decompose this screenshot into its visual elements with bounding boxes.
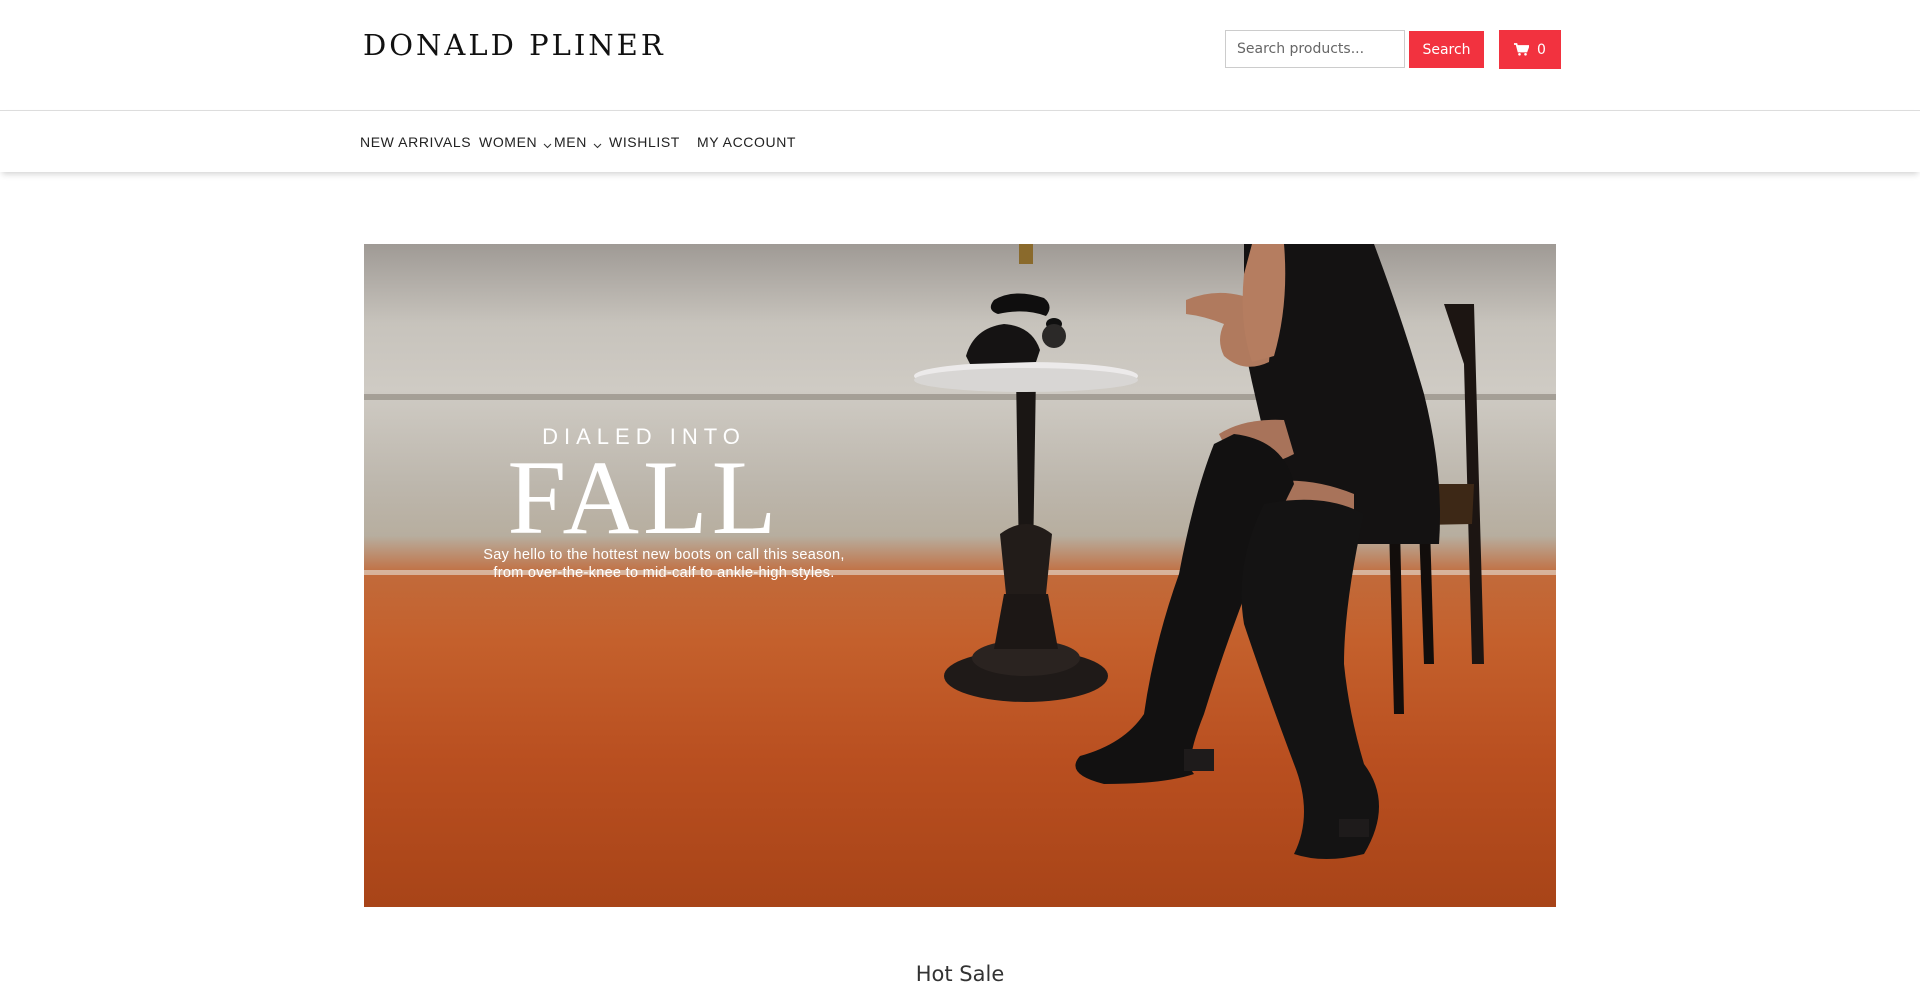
hero-subtitle-line: from over-the-knee to mid-calf to ankle-… [493, 565, 835, 581]
brand-logo[interactable]: DONALD PLINER [363, 28, 666, 62]
hero-subtitle: Say hello to the hottest new boots on ca… [454, 546, 874, 582]
nav-item-label: WOMEN [479, 133, 538, 150]
nav-item-label: MY ACCOUNT [697, 133, 797, 150]
hero-title: FALL [507, 439, 781, 556]
hero-subtitle-line: Say hello to the hottest new boots on ca… [483, 547, 845, 563]
chevron-down-icon [543, 137, 552, 149]
hot-sale-heading: Hot Sale [915, 962, 1005, 986]
search-input[interactable] [1225, 30, 1405, 68]
cart-button[interactable]: 0 [1499, 30, 1561, 69]
chevron-down-icon [593, 137, 602, 149]
nav-item-wishlist[interactable]: WISHLIST [609, 111, 680, 172]
hero-banner[interactable]: DIALED INTO FALL Say hello to the hottes… [364, 244, 1556, 907]
nav-item-my-account[interactable]: MY ACCOUNT [697, 111, 796, 172]
hero-headline: DIALED INTO FALL [464, 426, 824, 556]
cart-count: 0 [1537, 41, 1546, 58]
lamp-stem [1019, 244, 1033, 264]
nav-item-men[interactable]: MEN [554, 111, 602, 172]
nav-item-label: MEN [554, 133, 587, 150]
nav-item-women[interactable]: WOMEN [479, 111, 552, 172]
nav-item-label: WISHLIST [609, 133, 680, 150]
search-button[interactable]: Search [1409, 31, 1484, 68]
site-header: DONALD PLINER Search 0 [0, 0, 1920, 110]
cart-icon [1514, 43, 1530, 56]
main-navigation: NEW ARRIVALS WOMEN MEN WISHLIST MY ACCOU… [0, 110, 1920, 172]
nav-item-label: NEW ARRIVALS [360, 133, 472, 150]
nav-item-new-arrivals[interactable]: NEW ARRIVALS [360, 111, 471, 172]
